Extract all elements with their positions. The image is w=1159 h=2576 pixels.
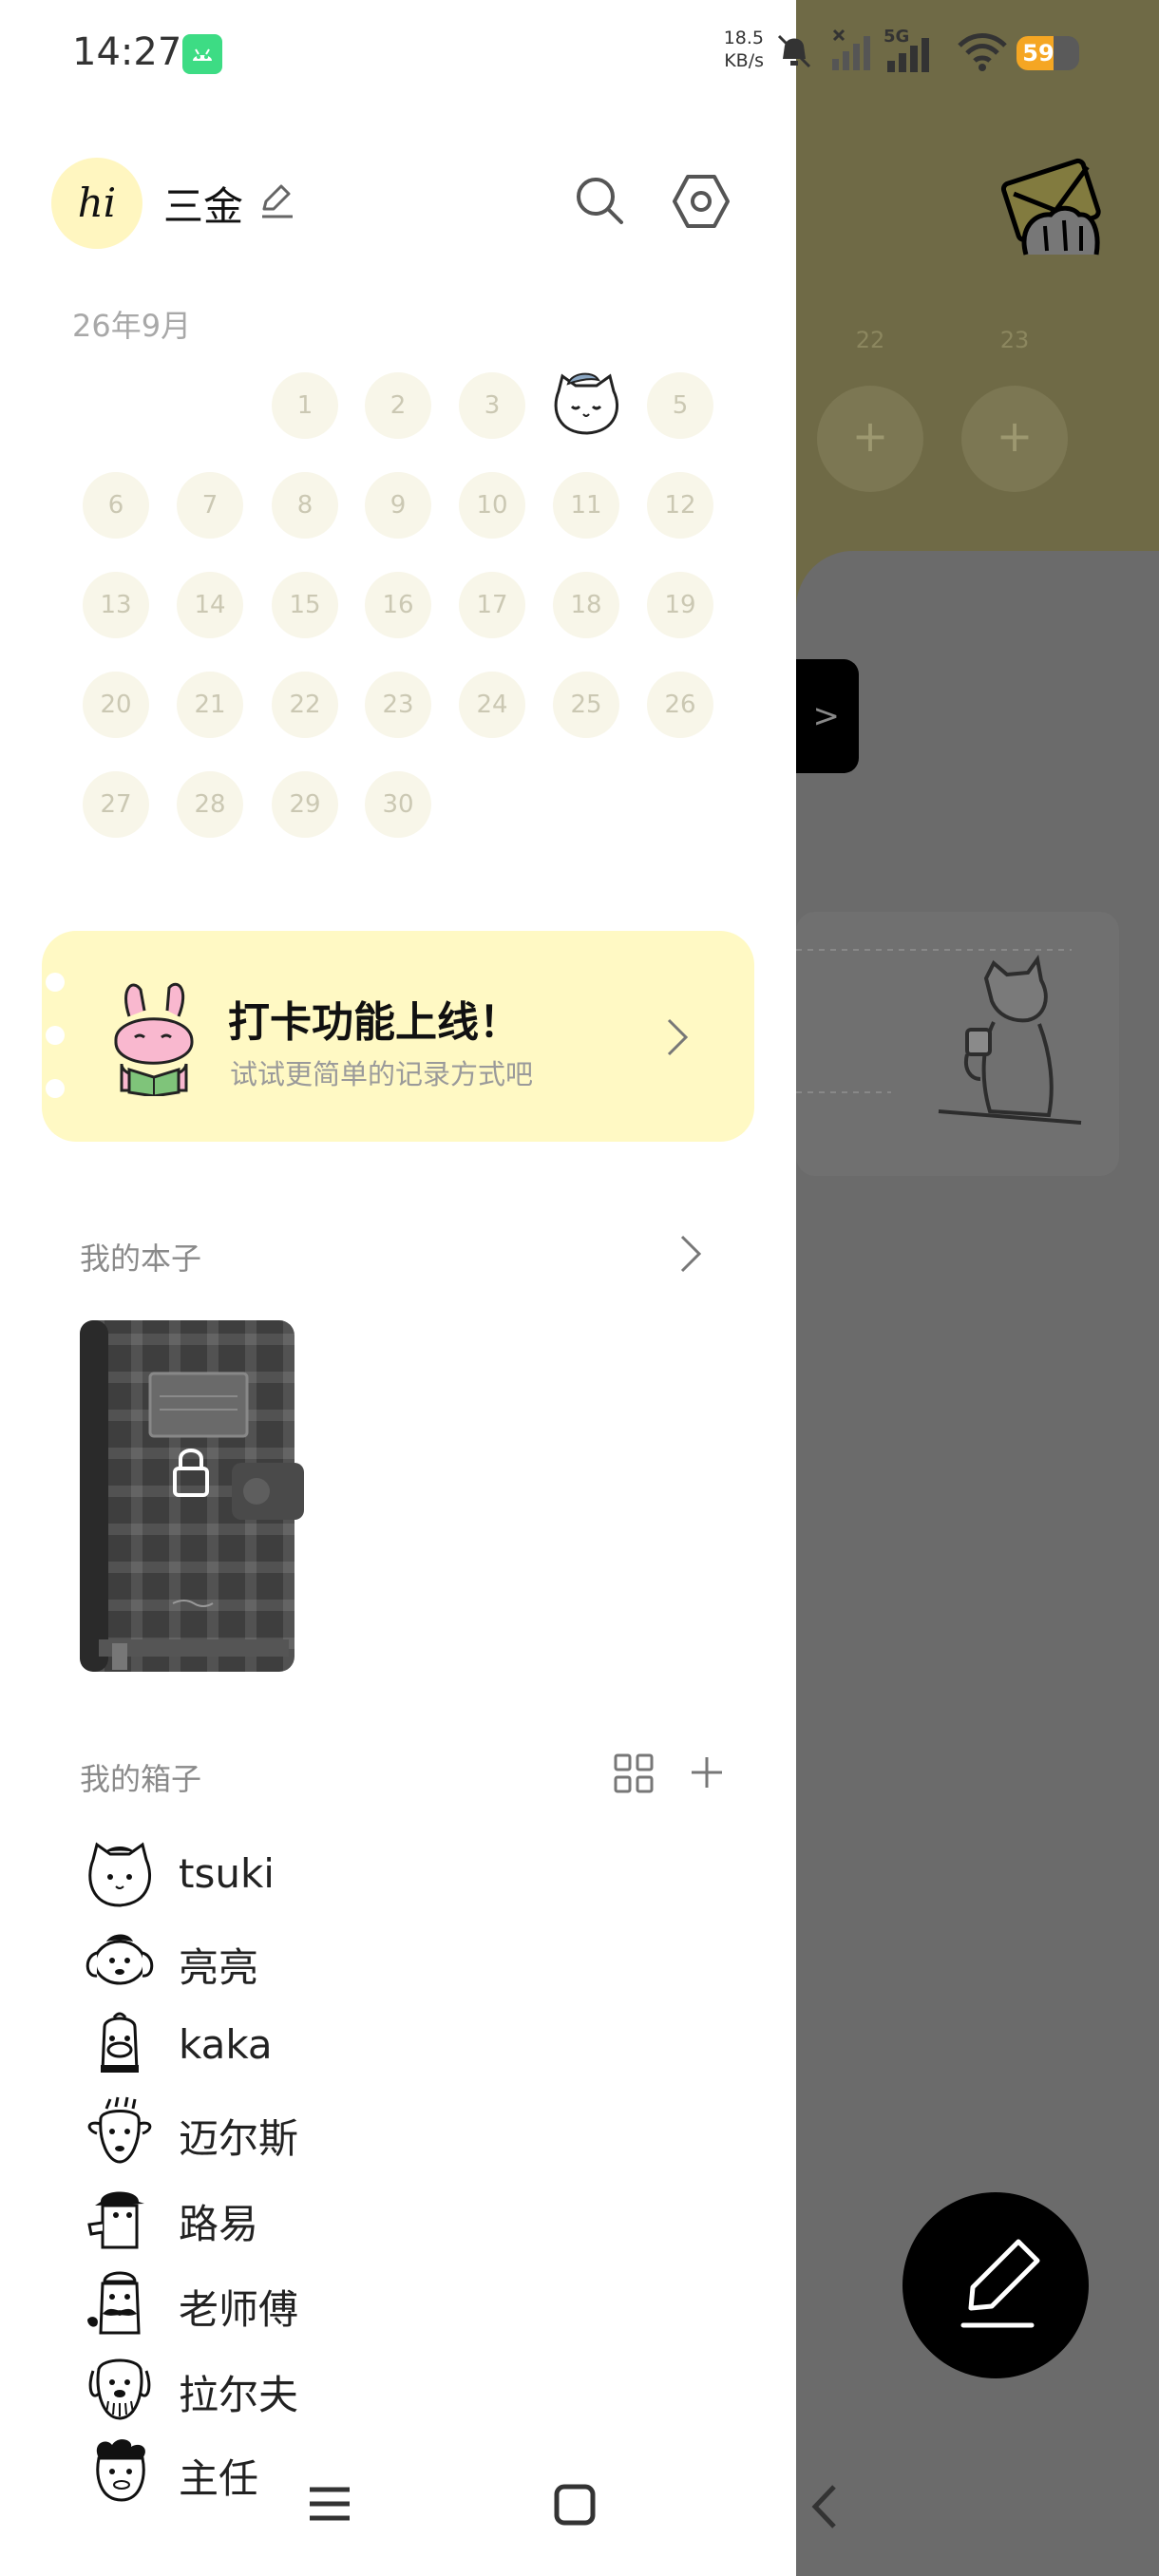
compose-button[interactable] (902, 2192, 1089, 2378)
mustache-character-icon (84, 2266, 156, 2339)
calendar-day[interactable]: 19 (647, 572, 713, 638)
calendar-day[interactable]: 21 (177, 672, 243, 738)
box-list-item[interactable]: 主任 (84, 2432, 749, 2510)
calendar-day[interactable]: 15 (272, 572, 338, 638)
calendar-day[interactable]: 24 (459, 672, 525, 738)
notebook-cover[interactable] (80, 1320, 304, 1672)
nav-back-button[interactable] (808, 2483, 840, 2530)
boxes-title: 我的箱子 (80, 1761, 202, 1797)
dog-face-icon (84, 1924, 156, 1997)
avatar-text: hi (77, 180, 117, 226)
chevron-right-icon (663, 1014, 692, 1060)
bg-add-day-button[interactable]: + (817, 386, 923, 492)
shaggy-dog-icon (84, 2352, 156, 2424)
side-drawer: 14:27 hi 三金 26年9月 1 2 3 5 6 7 8 9 10 11 … (0, 0, 796, 2576)
edit-name-icon[interactable] (258, 182, 296, 220)
box-name: 主任 (179, 2455, 259, 2502)
box-name: 亮亮 (179, 1944, 259, 1991)
calendar-day[interactable]: 27 (83, 771, 149, 838)
calendar-day[interactable]: 30 (365, 771, 431, 838)
calendar-day[interactable]: 6 (83, 472, 149, 539)
calendar-day[interactable]: 12 (647, 472, 713, 539)
calendar-day[interactable]: 25 (553, 672, 619, 738)
calendar-day[interactable]: 29 (272, 771, 338, 838)
calendar-day[interactable]: 1 (272, 372, 338, 439)
battery-indicator: 59 (1016, 36, 1079, 70)
box-list-item[interactable]: 亮亮 (84, 1921, 749, 1998)
bg-add-day-button[interactable]: + (961, 386, 1068, 492)
calendar-day-today-cat-sticker[interactable] (549, 369, 623, 443)
banner-subtitle: 试试更简单的记录方式吧 (230, 1058, 534, 1090)
search-icon[interactable] (574, 175, 625, 226)
bg-entry-card[interactable] (796, 912, 1119, 1176)
calendar-month-label: 26年9月 (72, 308, 192, 344)
net-speed-unit: KB/s (724, 50, 764, 71)
bg-day-label: 22 (855, 327, 885, 353)
calendar-day[interactable]: 13 (83, 572, 149, 638)
calendar-day[interactable]: 7 (177, 472, 243, 539)
avatar[interactable]: hi (51, 158, 142, 249)
notebooks-more-chevron-icon[interactable] (676, 1233, 705, 1275)
notebooks-title: 我的本子 (80, 1241, 202, 1277)
box-name: 路易 (179, 2201, 259, 2247)
box-list-item[interactable]: 路易 (84, 2177, 749, 2255)
box-list-item[interactable]: 老师傅 (84, 2263, 749, 2340)
banner-hole (46, 1079, 65, 1098)
box-list-item[interactable]: kaka (84, 2006, 749, 2084)
box-name: tsuki (179, 1850, 275, 1897)
bg-day-label: 23 (999, 327, 1030, 353)
calendar-day[interactable]: 9 (365, 472, 431, 539)
nav-menu-button[interactable] (306, 2485, 353, 2523)
battery-level: 59 (1022, 40, 1054, 66)
banner-title: 打卡功能上线！ (228, 998, 521, 1047)
duck-face-icon (84, 2010, 156, 2082)
net-speed: 18.5 KB/s (714, 27, 764, 72)
wifi-icon (956, 32, 1009, 72)
android-icon (182, 34, 222, 74)
calendar-day[interactable]: 2 (365, 372, 431, 439)
box-name: 拉尔夫 (179, 2372, 299, 2418)
calendar-day[interactable]: 17 (459, 572, 525, 638)
calendar-day[interactable]: 3 (459, 372, 525, 439)
calendar-day[interactable]: 22 (272, 672, 338, 738)
box-name: kaka (179, 2021, 273, 2068)
mail-icon[interactable] (998, 152, 1112, 270)
calendar-day[interactable]: 28 (177, 771, 243, 838)
box-name: 迈尔斯 (179, 2115, 299, 2162)
calendar-day[interactable]: 8 (272, 472, 338, 539)
username: 三金 (163, 183, 244, 230)
calendar-day[interactable]: 10 (459, 472, 525, 539)
goat-face-icon (84, 2095, 156, 2168)
settings-icon[interactable] (671, 171, 732, 232)
box-name: 老师傅 (179, 2286, 299, 2333)
add-box-icon[interactable] (688, 1753, 726, 1791)
calendar-day[interactable]: 20 (83, 672, 149, 738)
curly-hair-character-icon (84, 2435, 156, 2508)
calendar-day[interactable]: 5 (647, 372, 713, 439)
calendar-day[interactable]: 11 (553, 472, 619, 539)
checkin-banner[interactable]: 打卡功能上线！ 试试更简单的记录方式吧 (42, 931, 754, 1142)
calendar-day[interactable]: 16 (365, 572, 431, 638)
net-speed-value: 18.5 (723, 28, 764, 48)
signal-sim1-icon (828, 28, 876, 72)
mute-icon (773, 30, 815, 72)
calendar-day[interactable]: 18 (553, 572, 619, 638)
bunny-reading-icon (101, 978, 205, 1098)
banner-hole (46, 1026, 65, 1045)
grid-view-icon[interactable] (614, 1753, 654, 1793)
status-time: 14:27 (72, 30, 182, 74)
banner-hole (46, 973, 65, 992)
box-list-item[interactable]: tsuki (84, 1835, 749, 1913)
box-list-item[interactable]: 拉尔夫 (84, 2348, 749, 2426)
signal-sim2-icon (884, 32, 933, 72)
nav-home-button[interactable] (553, 2483, 597, 2527)
calendar-day[interactable]: 23 (365, 672, 431, 738)
hat-character-icon (84, 2181, 156, 2253)
calendar-day[interactable]: 14 (177, 572, 243, 638)
cat-face-icon (84, 1839, 156, 1911)
box-list-item[interactable]: 迈尔斯 (84, 2092, 749, 2169)
calendar-day[interactable]: 26 (647, 672, 713, 738)
